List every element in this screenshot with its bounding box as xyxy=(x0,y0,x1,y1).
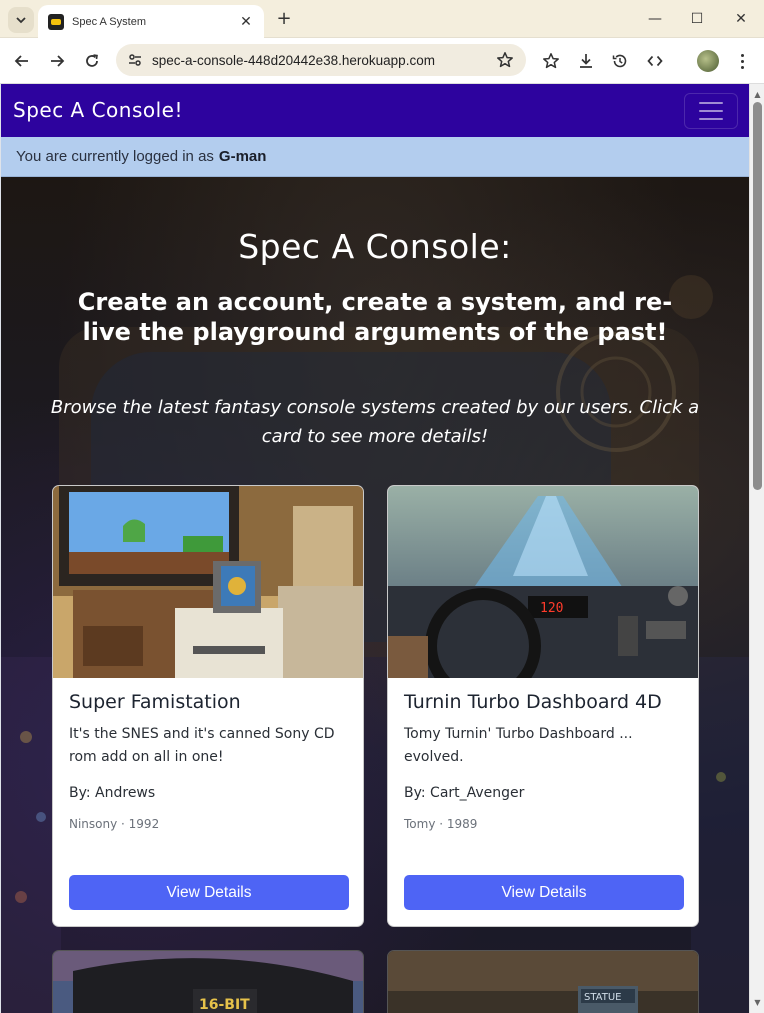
minimize-button[interactable]: — xyxy=(645,9,665,29)
card-body: Super Famistation It's the SNES and it's… xyxy=(69,691,351,831)
card-image: 16-BIT xyxy=(53,951,363,1013)
browser-tab-active[interactable]: Spec A System ✕ xyxy=(38,5,264,38)
dashboard-readout: 120 xyxy=(540,601,563,616)
console-card-partial[interactable]: 16-BIT xyxy=(52,950,364,1013)
tune-icon[interactable] xyxy=(126,51,144,69)
game-controller-icon xyxy=(48,13,64,30)
hero-subtitle: Create an account, create a system, and … xyxy=(77,288,673,346)
browser-toolbar: spec-a-console-448d20442e38.herokuapp.co… xyxy=(0,38,764,84)
site-navbar: Spec A Console! xyxy=(1,84,749,137)
login-status-bar: You are currently logged in as G-man xyxy=(1,137,749,177)
reload-button[interactable] xyxy=(81,50,103,72)
hero-title: Spec A Console: xyxy=(238,227,512,266)
download-icon[interactable] xyxy=(575,50,597,72)
card-image-label: STATUE xyxy=(584,992,622,1003)
forward-button[interactable] xyxy=(46,50,68,72)
login-status-text: You are currently logged in as xyxy=(16,148,214,165)
card-meta: Tomy · 1989 xyxy=(404,817,478,831)
arrow-right-icon xyxy=(51,55,65,67)
card-meta: Ninsony · 1992 xyxy=(69,817,160,831)
console-card-partial[interactable]: STATUE xyxy=(387,950,699,1013)
history-icon[interactable] xyxy=(609,50,631,72)
back-button[interactable] xyxy=(11,50,33,72)
reload-icon xyxy=(86,54,98,67)
view-details-button[interactable]: View Details xyxy=(69,875,349,910)
card-image: 120 xyxy=(388,486,698,678)
close-icon[interactable]: ✕ xyxy=(238,14,254,30)
card-description: Tomy Turnin' Turbo Dashboard ... evolved… xyxy=(404,726,633,765)
console-card[interactable]: 120 Turnin Turbo Dashboard 4D Tomy Turni… xyxy=(387,485,699,927)
page-scrollbar[interactable]: ▲ ▼ xyxy=(749,84,764,1013)
card-author: By: Cart_Avenger xyxy=(404,785,525,801)
hero-intro: Browse the latest fantasy console system… xyxy=(50,397,700,447)
address-url: spec-a-console-448d20442e38.herokuapp.co… xyxy=(152,52,435,68)
logged-in-username: G-man xyxy=(218,148,267,165)
arrow-left-icon xyxy=(14,55,28,67)
window-close-button[interactable]: ✕ xyxy=(731,9,751,29)
kebab-menu-icon[interactable] xyxy=(732,50,752,72)
address-bar[interactable]: spec-a-console-448d20442e38.herokuapp.co… xyxy=(116,44,526,76)
scrollbar-thumb[interactable] xyxy=(753,102,762,490)
card-image-label: 16-BIT xyxy=(199,997,250,1013)
card-description: It's the SNES and it's canned Sony CD ro… xyxy=(69,726,335,765)
card-body: Turnin Turbo Dashboard 4D Tomy Turnin' T… xyxy=(404,691,686,831)
plus-icon[interactable]: + xyxy=(274,9,294,29)
card-author: By: Andrews xyxy=(69,785,156,801)
profile-avatar[interactable] xyxy=(697,50,719,72)
code-icon[interactable] xyxy=(644,50,666,72)
card-title: Turnin Turbo Dashboard 4D xyxy=(404,691,662,713)
chevron-down-icon xyxy=(16,17,26,24)
card-image xyxy=(53,486,363,678)
tab-search-button[interactable] xyxy=(8,7,34,33)
maximize-button[interactable]: ☐ xyxy=(687,9,707,29)
page-viewport: Spec A Console! You are currently logged… xyxy=(1,84,749,1013)
site-brand[interactable]: Spec A Console! xyxy=(13,98,183,122)
browser-tab-strip: Spec A System ✕ + — ☐ ✕ xyxy=(0,0,764,38)
console-card[interactable]: Super Famistation It's the SNES and it's… xyxy=(52,485,364,927)
hamburger-menu-icon[interactable] xyxy=(684,93,738,129)
star-icon[interactable] xyxy=(494,49,516,71)
scroll-down-arrow-icon[interactable]: ▼ xyxy=(753,998,762,1007)
scroll-up-arrow-icon[interactable]: ▲ xyxy=(753,90,762,99)
card-title: Super Famistation xyxy=(69,691,241,713)
star-list-icon[interactable] xyxy=(540,50,562,72)
view-details-button[interactable]: View Details xyxy=(404,875,684,910)
tab-title: Spec A System xyxy=(72,15,146,28)
hero-section: Spec A Console: Create an account, creat… xyxy=(1,177,749,1013)
card-image: STATUE xyxy=(388,951,698,1013)
